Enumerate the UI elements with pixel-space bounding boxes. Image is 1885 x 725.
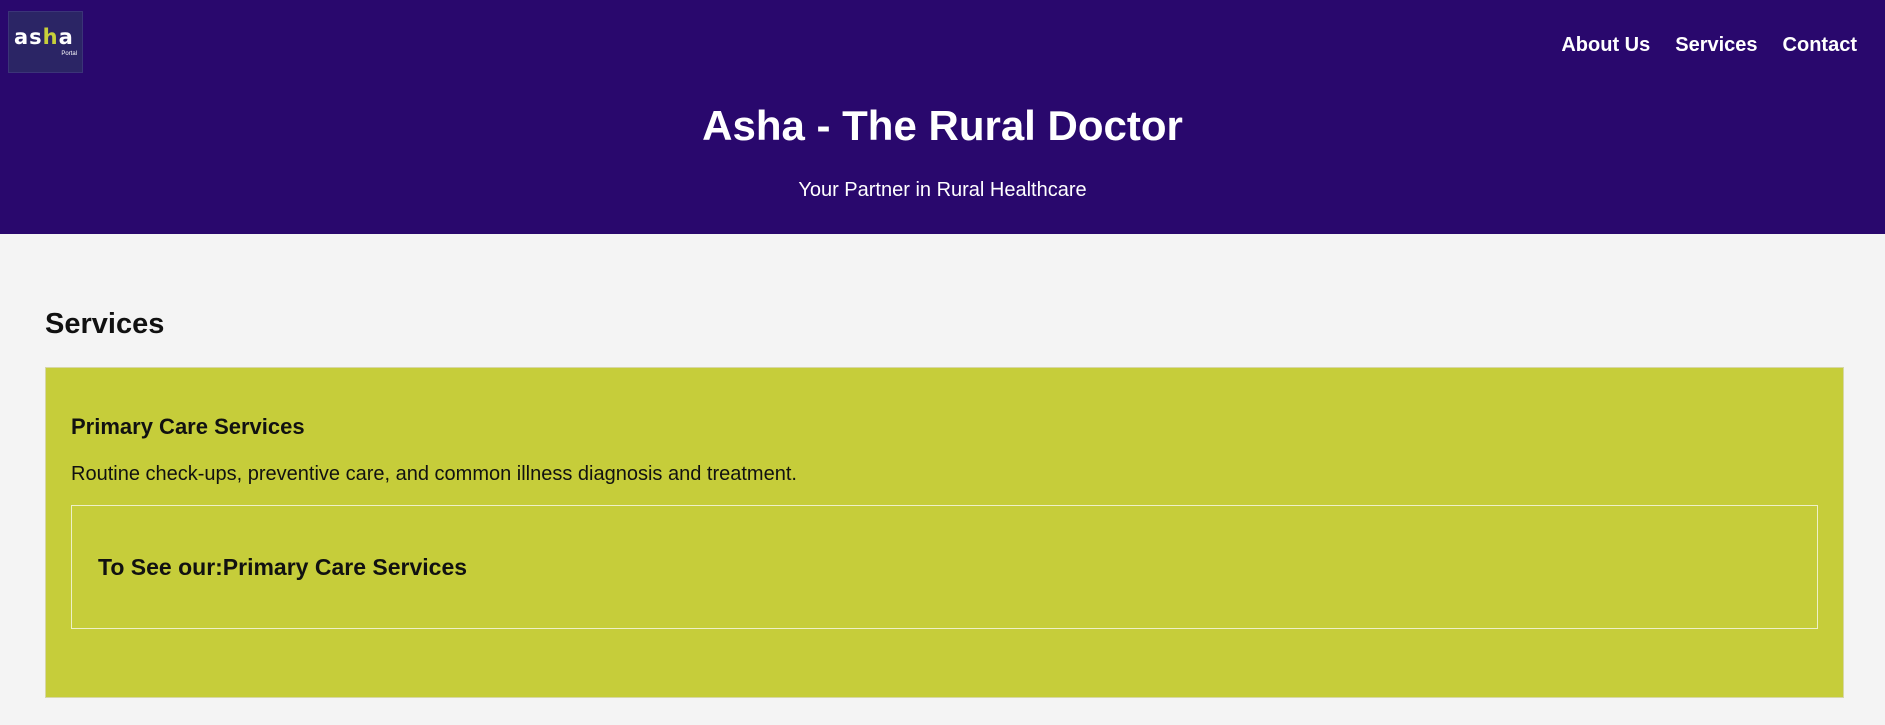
logo-text-prefix: as — [14, 25, 43, 49]
logo-wordmark: asha — [14, 27, 74, 48]
site-header: asha Portal About Us Services Contact As… — [0, 0, 1885, 234]
service-card-description: Routine check-ups, preventive care, and … — [71, 463, 797, 485]
nav-link-services[interactable]: Services — [1675, 34, 1757, 57]
logo-subtitle: Portal — [61, 51, 77, 57]
nav-link-contact[interactable]: Contact — [1783, 34, 1857, 57]
services-section: Services Primary Care Services Routine c… — [0, 234, 1885, 698]
main-nav: About Us Services Contact — [1561, 34, 1857, 57]
asha-logo[interactable]: asha Portal — [8, 11, 83, 73]
hero-title: Asha - The Rural Doctor — [702, 102, 1183, 149]
logo-text-accent: h — [42, 25, 59, 49]
nav-link-about-us[interactable]: About Us — [1561, 34, 1650, 57]
logo-text-suffix: a — [58, 25, 74, 49]
services-heading: Services — [45, 308, 165, 340]
service-card-primary-care: Primary Care Services Routine check-ups,… — [45, 367, 1844, 698]
service-card-cta-label: To See our:Primary Care Services — [98, 554, 468, 580]
hero-subtitle: Your Partner in Rural Healthcare — [798, 179, 1087, 201]
service-card-title: Primary Care Services — [71, 414, 305, 439]
service-card-cta[interactable]: To See our:Primary Care Services — [71, 505, 1818, 629]
